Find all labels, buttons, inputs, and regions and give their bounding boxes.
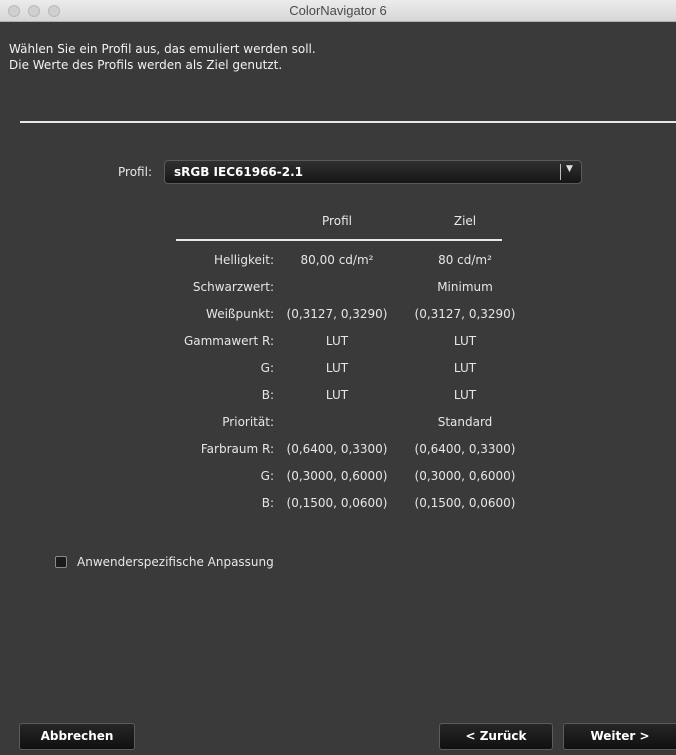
row-label: B: <box>261 388 274 402</box>
profil-value: 80,00 cd/m² <box>300 253 374 267</box>
ziel-value: LUT <box>453 388 477 402</box>
profil-value: LUT <box>325 388 349 402</box>
profil-value: (0,3000, 0,6000) <box>286 469 388 483</box>
title-bar: ColorNavigator 6 <box>0 0 676 22</box>
row-label: Helligkeit: <box>213 253 274 267</box>
instruction-line-2: Die Werte des Profils werden als Ziel ge… <box>9 58 283 72</box>
table-row: Weißpunkt: (0,3127, 0,3290) (0,3127, 0,3… <box>0 307 676 325</box>
window-title: ColorNavigator 6 <box>289 3 387 18</box>
profil-value: (0,6400, 0,3300) <box>286 442 388 456</box>
chevron-down-icon: ▼ <box>566 164 573 174</box>
instruction-line-1: Wählen Sie ein Profil aus, das emuliert … <box>9 42 316 56</box>
ziel-value: (0,1500, 0,0600) <box>414 496 516 510</box>
ziel-value: Standard <box>437 415 493 429</box>
table-row: B: (0,1500, 0,0600) (0,1500, 0,0600) <box>0 496 676 514</box>
ziel-value: (0,3000, 0,6000) <box>414 469 516 483</box>
cancel-button[interactable]: Abbrechen <box>19 723 135 750</box>
ziel-value: (0,6400, 0,3300) <box>414 442 516 456</box>
table-row: G: LUT LUT <box>0 361 676 379</box>
table-row: Schwarzwert: Minimum <box>0 280 676 298</box>
dropdown-separator <box>560 164 561 180</box>
custom-adjustment-checkbox[interactable] <box>55 556 67 568</box>
profil-value: LUT <box>325 361 349 375</box>
next-button[interactable]: Weiter > <box>563 723 676 750</box>
table-header-divider <box>176 239 502 241</box>
ziel-value: Minimum <box>437 280 493 294</box>
table-row: Gammawert R: LUT LUT <box>0 334 676 352</box>
custom-adjustment-label[interactable]: Anwenderspezifische Anpassung <box>77 555 274 569</box>
column-header-ziel: Ziel <box>453 214 477 228</box>
row-label: Weißpunkt: <box>206 307 274 321</box>
row-label: G: <box>260 361 274 375</box>
table-row: Helligkeit: 80,00 cd/m² 80 cd/m² <box>0 253 676 271</box>
row-label: G: <box>260 469 274 483</box>
profile-dropdown[interactable]: sRGB IEC61966-2.1 ▼ <box>164 160 582 184</box>
column-header-profil: Profil <box>322 214 352 228</box>
row-label: Gammawert R: <box>183 334 274 348</box>
profil-value: LUT <box>325 334 349 348</box>
ziel-value: (0,3127, 0,3290) <box>414 307 516 321</box>
instructions: Wählen Sie ein Profil aus, das emuliert … <box>9 41 316 73</box>
profile-dropdown-value: sRGB IEC61966-2.1 <box>174 165 304 179</box>
section-divider <box>20 121 676 123</box>
back-button[interactable]: < Zurück <box>439 723 553 750</box>
profil-value: (0,3127, 0,3290) <box>286 307 388 321</box>
row-label: B: <box>261 496 274 510</box>
table-row: B: LUT LUT <box>0 388 676 406</box>
table-row: Farbraum R: (0,6400, 0,3300) (0,6400, 0,… <box>0 442 676 460</box>
table-row: Priorität: Standard <box>0 415 676 433</box>
row-label: Schwarzwert: <box>192 280 274 294</box>
table-row: G: (0,3000, 0,6000) (0,3000, 0,6000) <box>0 469 676 487</box>
ziel-value: 80 cd/m² <box>438 253 492 267</box>
row-label: Farbraum R: <box>200 442 274 456</box>
profile-label: Profil: <box>118 165 152 179</box>
ziel-value: LUT <box>453 334 477 348</box>
profil-value: (0,1500, 0,0600) <box>286 496 388 510</box>
row-label: Priorität: <box>222 415 274 429</box>
ziel-value: LUT <box>453 361 477 375</box>
